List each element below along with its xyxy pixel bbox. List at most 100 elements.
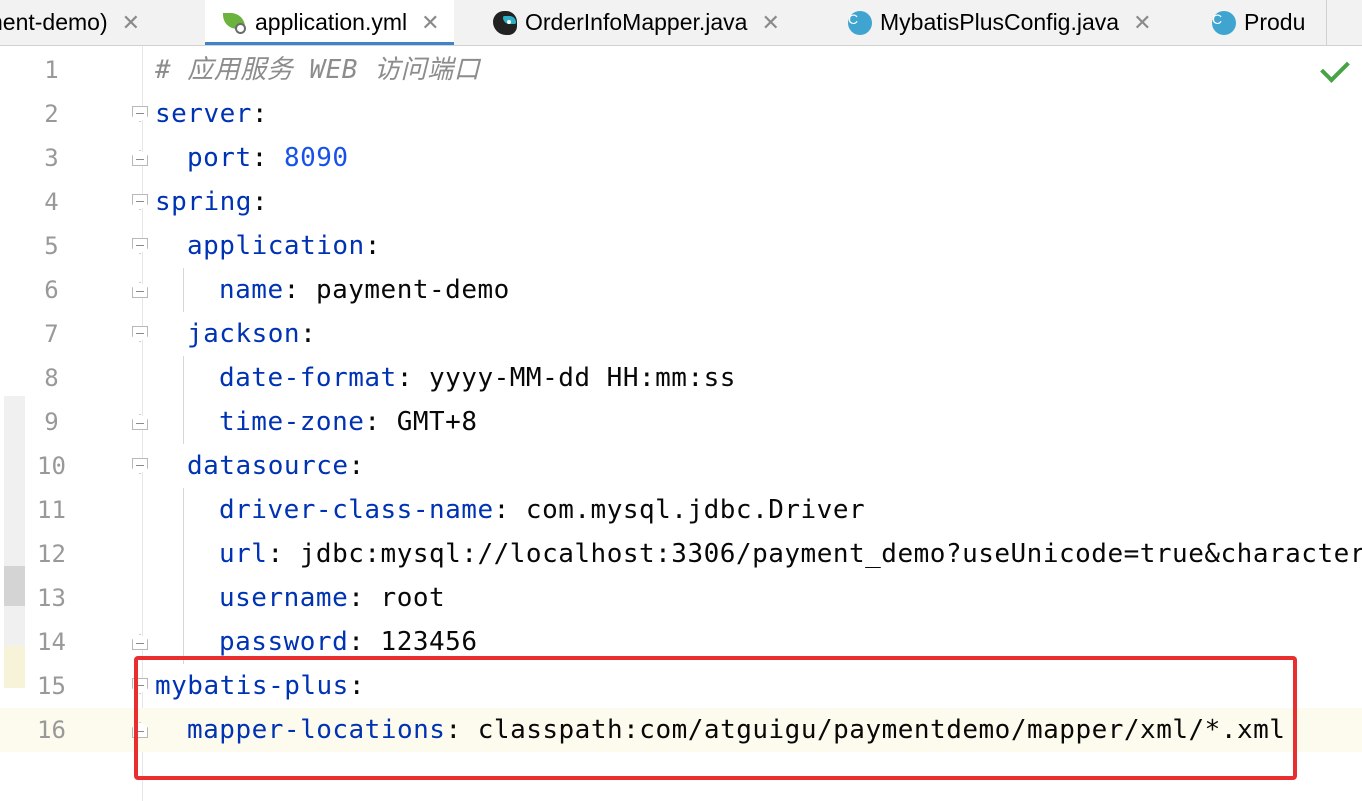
yaml-separator: : bbox=[348, 583, 381, 613]
code-text: username: root bbox=[219, 576, 445, 620]
indent-guide bbox=[183, 488, 184, 664]
yaml-separator: : bbox=[251, 99, 269, 129]
yaml-key: spring bbox=[155, 187, 252, 217]
line-number: 3 bbox=[44, 144, 59, 172]
close-icon[interactable]: ✕ bbox=[1133, 10, 1151, 36]
line-number: 4 bbox=[44, 188, 59, 216]
yaml-separator: : bbox=[251, 143, 284, 173]
yaml-separator: : bbox=[267, 539, 300, 569]
code-line[interactable]: 4 spring: bbox=[0, 180, 1362, 224]
line-number: 14 bbox=[37, 628, 66, 656]
code-line[interactable]: 9 time-zone: GMT+8 bbox=[0, 400, 1362, 444]
yaml-key: port bbox=[187, 143, 252, 173]
code-line[interactable]: 6 name: payment-demo bbox=[0, 268, 1362, 312]
line-number: 1 bbox=[44, 56, 59, 84]
yaml-separator: : bbox=[283, 275, 316, 305]
yaml-key: jackson bbox=[187, 319, 301, 349]
yaml-value: 123456 bbox=[380, 627, 478, 657]
line-number: 12 bbox=[37, 540, 66, 568]
fold-collapse-icon[interactable] bbox=[132, 326, 148, 342]
code-line[interactable]: 1 # 应用服务 WEB 访问端口 bbox=[0, 48, 1362, 92]
tab-label: nent-demo) bbox=[0, 9, 108, 35]
yaml-value: com.mysql.jdbc.Driver bbox=[525, 495, 866, 525]
yaml-separator: : bbox=[251, 187, 269, 217]
indent-guide bbox=[183, 356, 184, 444]
line-number: 16 bbox=[37, 716, 66, 744]
code-text: application: bbox=[187, 224, 381, 268]
code-line[interactable]: 7 jackson: bbox=[0, 312, 1362, 356]
fold-collapse-icon[interactable] bbox=[132, 458, 148, 474]
yaml-comment: # 应用服务 WEB 访问端口 bbox=[155, 55, 481, 85]
code-text: port: 8090 bbox=[187, 136, 349, 180]
java-class-icon: C bbox=[848, 10, 872, 35]
line-number: 11 bbox=[37, 496, 66, 524]
mybatis-bird-icon bbox=[493, 10, 517, 35]
line-number: 2 bbox=[44, 100, 59, 128]
tab-mybatis-plus-config[interactable]: C MybatisPlusConfig.java ✕ bbox=[848, 0, 1152, 45]
code-text: jackson: bbox=[187, 312, 316, 356]
code-line[interactable]: 5 application: bbox=[0, 224, 1362, 268]
yaml-separator: : bbox=[364, 231, 381, 261]
tab-label: MybatisPlusConfig.java bbox=[880, 9, 1120, 35]
yaml-key: date-format bbox=[219, 363, 397, 393]
code-text: time-zone: GMT+8 bbox=[219, 400, 477, 444]
annotation-highlight-box bbox=[134, 656, 1297, 780]
yaml-value: jdbc:mysql://localhost:3306/payment_demo… bbox=[299, 539, 1362, 569]
yaml-key: username bbox=[219, 583, 349, 613]
code-text: driver-class-name: com.mysql.jdbc.Driver bbox=[219, 488, 865, 532]
yaml-key: datasource bbox=[187, 451, 349, 481]
code-text: datasource: bbox=[187, 444, 365, 488]
code-line[interactable]: 3 port: 8090 bbox=[0, 136, 1362, 180]
yaml-separator: : bbox=[348, 451, 365, 481]
tab-label: Produ bbox=[1244, 9, 1306, 35]
code-text: name: payment-demo bbox=[219, 268, 510, 312]
tab-payment-demo[interactable]: nent-demo) ✕ bbox=[0, 0, 140, 45]
tab-order-info-mapper[interactable]: OrderInfoMapper.java ✕ bbox=[493, 0, 780, 45]
code-line[interactable]: 12 url: jdbc:mysql://localhost:3306/payme… bbox=[0, 532, 1362, 576]
close-icon[interactable]: ✕ bbox=[122, 10, 140, 36]
yaml-key: url bbox=[219, 539, 268, 569]
line-number: 9 bbox=[44, 408, 59, 436]
code-text: url: jdbc:mysql://localhost:3306/payment… bbox=[219, 532, 1362, 576]
code-line[interactable]: 13 username: root bbox=[0, 576, 1362, 620]
line-number: 5 bbox=[44, 232, 59, 260]
yaml-value: root bbox=[380, 583, 446, 613]
tab-bar-separator bbox=[1326, 0, 1327, 45]
yaml-separator: : bbox=[364, 407, 397, 437]
tab-produ[interactable]: C Produ bbox=[1212, 0, 1305, 45]
fold-end-icon[interactable] bbox=[132, 150, 148, 166]
line-number: 13 bbox=[37, 584, 66, 612]
code-line[interactable]: 10 datasource: bbox=[0, 444, 1362, 488]
fold-collapse-icon[interactable] bbox=[132, 238, 148, 254]
tab-label: OrderInfoMapper.java bbox=[525, 9, 748, 35]
line-number: 8 bbox=[44, 364, 59, 392]
yaml-separator: : bbox=[300, 319, 317, 349]
code-text: spring: bbox=[155, 180, 268, 224]
java-class-icon: C bbox=[1212, 10, 1236, 35]
yaml-separator: : bbox=[493, 495, 526, 525]
fold-collapse-icon[interactable] bbox=[132, 194, 148, 210]
yaml-separator: : bbox=[348, 627, 381, 657]
close-icon[interactable]: ✕ bbox=[761, 10, 779, 36]
fold-end-icon[interactable] bbox=[132, 634, 148, 650]
line-number: 15 bbox=[37, 672, 66, 700]
tab-label: application.yml bbox=[255, 9, 408, 35]
yaml-key: driver-class-name bbox=[219, 495, 494, 525]
fold-collapse-icon[interactable] bbox=[132, 106, 148, 122]
close-icon[interactable]: ✕ bbox=[421, 10, 439, 36]
line-number: 7 bbox=[44, 320, 59, 348]
code-text: server: bbox=[155, 92, 268, 136]
yaml-key: application bbox=[187, 231, 365, 261]
tab-application-yml[interactable]: application.yml ✕ bbox=[205, 0, 454, 45]
fold-end-icon[interactable] bbox=[132, 282, 148, 298]
line-number: 10 bbox=[37, 452, 66, 480]
yaml-separator: : bbox=[396, 363, 429, 393]
code-line[interactable]: 11 driver-class-name: com.mysql.jdbc.Driv… bbox=[0, 488, 1362, 532]
yaml-key: password bbox=[219, 627, 349, 657]
yaml-key: name bbox=[219, 275, 284, 305]
code-line[interactable]: 8 date-format: yyyy-MM-dd HH:mm:ss bbox=[0, 356, 1362, 400]
editor-tab-bar: nent-demo) ✕ application.yml ✕ OrderInfo… bbox=[0, 0, 1362, 46]
code-line[interactable]: 2 server: bbox=[0, 92, 1362, 136]
line-number: 6 bbox=[44, 276, 59, 304]
fold-end-icon[interactable] bbox=[132, 414, 148, 430]
